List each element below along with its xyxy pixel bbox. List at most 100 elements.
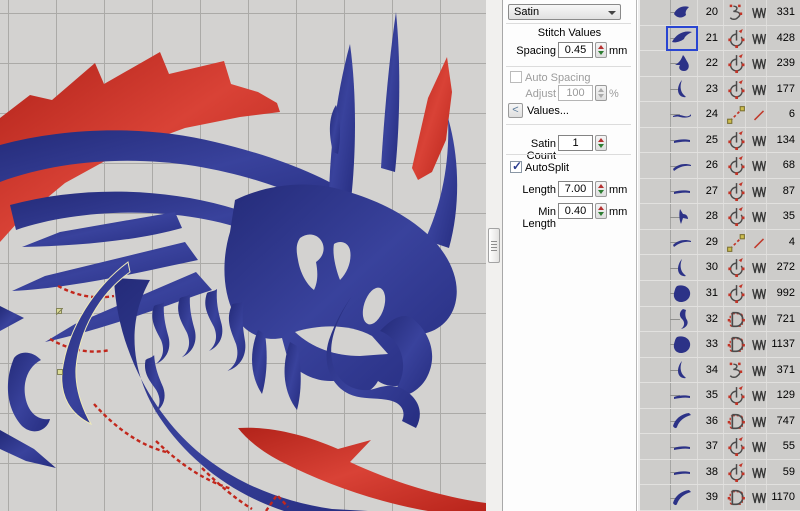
object-thumbnail xyxy=(667,410,697,433)
values-expand-button[interactable]: < xyxy=(508,103,523,118)
object-list-row[interactable]: 23 177 xyxy=(640,77,800,103)
object-number: 29 xyxy=(698,236,718,248)
object-list-row[interactable]: 20 331 xyxy=(640,0,800,26)
object-type-icon xyxy=(725,360,747,382)
object-type-icon xyxy=(725,53,747,75)
object-thumbnail xyxy=(667,180,697,203)
object-thumbnail xyxy=(667,103,697,126)
satin-count-input[interactable]: 1 xyxy=(558,135,593,151)
object-number: 25 xyxy=(698,134,718,146)
object-list-row[interactable]: 38 59 xyxy=(640,460,800,486)
object-thumbnail xyxy=(667,333,697,356)
object-list-row[interactable]: 24 6 xyxy=(640,102,800,128)
adjust-label: Adjust xyxy=(504,88,556,100)
stitch-values-title: Stitch Values xyxy=(503,27,636,39)
stitch-count: 747 xyxy=(764,415,795,427)
object-type-icon xyxy=(725,283,747,305)
pane-splitter xyxy=(486,0,503,511)
object-thumbnail xyxy=(667,359,697,382)
stitch-type-dropdown[interactable]: Satin xyxy=(508,4,621,20)
object-number: 31 xyxy=(698,287,718,299)
stitch-count: 239 xyxy=(764,57,795,69)
object-thumbnail xyxy=(667,282,697,305)
object-number: 27 xyxy=(698,185,718,197)
stitch-count: 721 xyxy=(764,313,795,325)
divider xyxy=(506,124,631,125)
object-thumbnail xyxy=(667,205,697,228)
object-number: 32 xyxy=(698,313,718,325)
values-label: Values... xyxy=(527,105,569,117)
auto-spacing-label: Auto Spacing xyxy=(525,72,590,84)
stitch-count: 134 xyxy=(764,134,795,146)
object-thumbnail xyxy=(667,384,697,407)
object-list-row[interactable]: 39 1170 xyxy=(640,485,800,511)
object-type-icon xyxy=(725,28,747,50)
min-length-input[interactable]: 0.40 xyxy=(558,203,593,219)
object-thumbnail xyxy=(667,129,697,152)
node-handle[interactable] xyxy=(56,308,62,314)
object-type-icon xyxy=(725,104,747,126)
object-type-icon xyxy=(725,334,747,356)
object-thumbnail xyxy=(667,461,697,484)
satin-count-stepper[interactable] xyxy=(595,135,607,151)
object-list-row[interactable]: 28 35 xyxy=(640,204,800,230)
object-list-row[interactable]: 30 272 xyxy=(640,255,800,281)
object-type-icon xyxy=(725,462,747,484)
object-list-row[interactable]: 31 992 xyxy=(640,281,800,307)
stitch-count: 992 xyxy=(764,287,795,299)
object-type-icon xyxy=(725,155,747,177)
design-canvas[interactable] xyxy=(0,0,486,511)
object-number: 20 xyxy=(698,6,718,18)
adjust-stepper[interactable] xyxy=(595,85,607,101)
length-label: Length xyxy=(504,184,556,196)
adjust-input[interactable]: 100 xyxy=(558,85,593,101)
object-list-row[interactable]: 29 4 xyxy=(640,230,800,256)
object-list-row[interactable]: 35 129 xyxy=(640,383,800,409)
stitch-count: 1137 xyxy=(764,338,795,350)
stitch-parameters-panel: Satin Stitch Values Spacing 0.45 mm Auto… xyxy=(503,0,637,511)
min-length-label: Min Length xyxy=(504,206,556,230)
object-list-row[interactable]: 36 747 xyxy=(640,409,800,435)
object-list-row[interactable]: 22 239 xyxy=(640,51,800,77)
stitch-count: 68 xyxy=(764,159,795,171)
object-number: 36 xyxy=(698,415,718,427)
stitch-count: 35 xyxy=(764,210,795,222)
object-list-row[interactable]: 26 68 xyxy=(640,153,800,179)
splitter-handle[interactable] xyxy=(488,228,500,263)
object-type-icon xyxy=(725,436,747,458)
length-input[interactable]: 7.00 xyxy=(558,181,593,197)
object-number: 24 xyxy=(698,108,718,120)
length-stepper[interactable] xyxy=(595,181,607,197)
object-list-row[interactable]: 34 371 xyxy=(640,358,800,384)
object-thumbnail xyxy=(667,256,697,279)
object-list-row[interactable]: 27 87 xyxy=(640,179,800,205)
node-handle[interactable] xyxy=(57,369,63,375)
object-number: 23 xyxy=(698,83,718,95)
object-thumbnail xyxy=(667,231,697,254)
object-type-icon xyxy=(725,309,747,331)
min-length-unit: mm xyxy=(609,206,627,218)
stitch-count: 4 xyxy=(764,236,795,248)
object-number: 33 xyxy=(698,338,718,350)
object-list-row[interactable]: 33 1137 xyxy=(640,332,800,358)
spacing-stepper[interactable] xyxy=(595,42,607,58)
object-thumbnail xyxy=(667,52,697,75)
stitch-count: 272 xyxy=(764,261,795,273)
object-number: 30 xyxy=(698,261,718,273)
object-thumbnail xyxy=(667,308,697,331)
auto-split-checkbox[interactable] xyxy=(510,161,522,173)
object-list-row[interactable]: 25 134 xyxy=(640,128,800,154)
min-length-stepper[interactable] xyxy=(595,203,607,219)
object-thumbnail xyxy=(667,27,697,50)
object-list-row[interactable]: 32 721 xyxy=(640,307,800,333)
object-number: 38 xyxy=(698,466,718,478)
embroidery-app-window: Satin Stitch Values Spacing 0.45 mm Auto… xyxy=(0,0,800,511)
object-number: 35 xyxy=(698,389,718,401)
object-list-row[interactable]: 21 428 xyxy=(640,26,800,52)
auto-spacing-checkbox[interactable] xyxy=(510,71,522,83)
object-number: 39 xyxy=(698,491,718,503)
object-number: 28 xyxy=(698,210,718,222)
spacing-input[interactable]: 0.45 xyxy=(558,42,593,58)
stitch-count: 129 xyxy=(764,389,795,401)
object-list-row[interactable]: 37 55 xyxy=(640,434,800,460)
